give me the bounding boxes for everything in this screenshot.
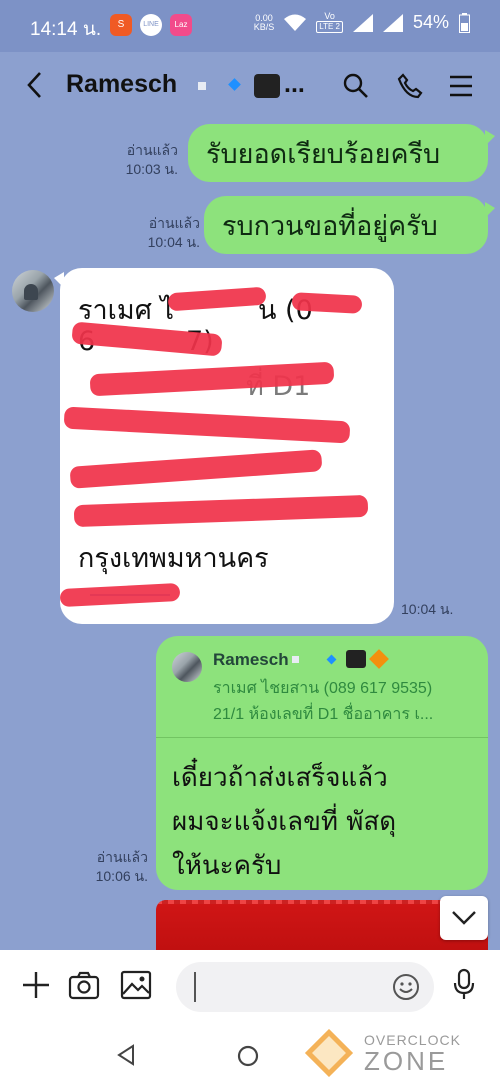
emoji-icon[interactable] bbox=[392, 973, 420, 1001]
quoted-text: ราเมศ ไชยสาน (089 617 9535) bbox=[213, 680, 433, 697]
shopee-icon: S bbox=[110, 14, 132, 36]
battery-icon bbox=[459, 12, 470, 33]
nav-home-icon[interactable] bbox=[236, 1044, 260, 1068]
message-input[interactable] bbox=[194, 972, 384, 1002]
sticker-dot-icon bbox=[198, 82, 206, 90]
chevron-down-icon bbox=[452, 911, 476, 925]
battery-level: 54% bbox=[412, 12, 449, 32]
plus-icon[interactable] bbox=[22, 970, 50, 1000]
scroll-down-button[interactable] bbox=[440, 896, 488, 940]
redaction-mark bbox=[63, 406, 351, 444]
photo-message[interactable] bbox=[156, 900, 488, 950]
volte-icon: Vo LTE 2 bbox=[316, 12, 343, 33]
redaction-mark bbox=[69, 449, 323, 489]
black-square-icon bbox=[346, 650, 366, 668]
avatar bbox=[172, 652, 202, 682]
image-icon[interactable] bbox=[120, 970, 152, 1000]
message-meta: อ่านแล้ว 10:03 น. bbox=[125, 142, 178, 177]
status-icons: 0.00 KB/S Vo LTE 2 54% bbox=[254, 12, 470, 33]
message-text: เดี๋ยวถ้าส่งเสร็จแล้ว ผมจะแจ้งเลขที่ พัส… bbox=[172, 763, 397, 881]
nav-back-icon[interactable] bbox=[116, 1044, 136, 1066]
outgoing-message[interactable]: รบกวนขอที่อยู่ครับ bbox=[204, 196, 495, 254]
message-meta: อ่านแล้ว 10:06 น. bbox=[95, 849, 148, 884]
redaction-mark bbox=[291, 292, 363, 314]
reply-message[interactable]: Ramesch ราเมศ ไชยสาน (089 617 9535) 21/1… bbox=[156, 636, 488, 890]
message-composer bbox=[0, 950, 500, 1024]
redaction-mark bbox=[73, 494, 369, 528]
quoted-message[interactable]: Ramesch ราเมศ ไชยสาน (089 617 9535) 21/1… bbox=[156, 636, 488, 738]
message-input-box[interactable] bbox=[176, 962, 434, 1012]
microphone-icon[interactable] bbox=[452, 968, 476, 1002]
back-arrow-icon[interactable] bbox=[24, 70, 46, 100]
status-bar: 14:14 น. S LINE Laz 0.00 KB/S Vo LTE 2 5… bbox=[0, 0, 500, 52]
lazada-icon: Laz bbox=[170, 14, 192, 36]
line-icon: LINE bbox=[140, 14, 162, 36]
menu-icon[interactable] bbox=[448, 72, 474, 100]
redaction-mark bbox=[59, 582, 181, 608]
quoted-text: 21/1 ห้องเลขที่ D1 ชื่ออาคาร เ... bbox=[213, 706, 434, 723]
quoted-sender: Ramesch bbox=[213, 650, 289, 669]
black-square-icon bbox=[254, 74, 280, 98]
clock: 14:14 น. bbox=[30, 19, 102, 40]
chat-header: Ramesch ... bbox=[0, 52, 500, 120]
search-icon[interactable] bbox=[342, 72, 370, 100]
phone-icon[interactable] bbox=[396, 72, 424, 100]
signal2-icon bbox=[382, 13, 403, 32]
net-speed: 0.00 KB/S bbox=[253, 12, 275, 32]
orange-diamond-icon bbox=[369, 649, 389, 669]
message-text: รบกวนขอที่อยู่ครับ bbox=[222, 210, 438, 242]
message-text: รับยอดเรียบร้อยครีบ bbox=[206, 138, 441, 170]
chat-name[interactable]: Ramesch bbox=[66, 70, 177, 99]
signal-icon bbox=[352, 13, 373, 32]
diamond-logo-icon bbox=[304, 1028, 354, 1078]
watermark-logo: OVERCLOCK ZONE bbox=[304, 1028, 494, 1080]
name-ellipsis: ... bbox=[284, 70, 305, 98]
outgoing-message[interactable]: รับยอดเรียบร้อยครีบ bbox=[188, 124, 495, 182]
blue-diamond-icon bbox=[228, 78, 241, 91]
blue-diamond-icon bbox=[326, 654, 337, 665]
message-line: กรุงเทพมหานคร bbox=[78, 543, 269, 574]
message-time: 10:04 น. bbox=[401, 601, 454, 617]
message-meta: อ่านแล้ว 10:04 น. bbox=[147, 215, 200, 250]
wifi-icon bbox=[284, 14, 307, 31]
avatar[interactable] bbox=[12, 270, 54, 312]
redaction-mark bbox=[167, 286, 267, 312]
sticker-dot-icon bbox=[292, 656, 299, 663]
camera-icon[interactable] bbox=[68, 970, 100, 1000]
incoming-message[interactable]: ราเมศ ไ น (0 6 7) ที่ D1 กรุงเทพมหานคร bbox=[54, 268, 394, 624]
